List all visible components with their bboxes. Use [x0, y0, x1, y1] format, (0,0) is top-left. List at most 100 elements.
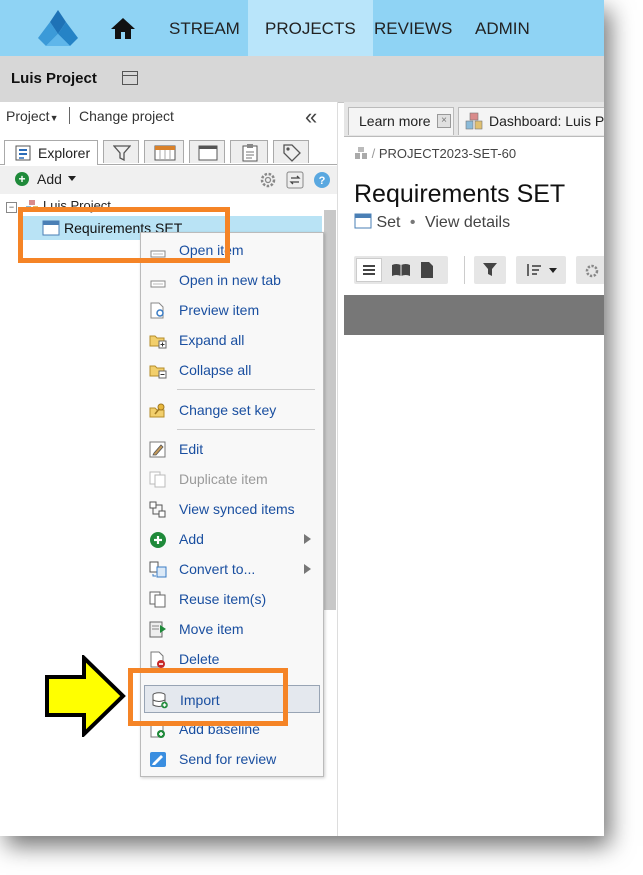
menu-edit[interactable]: Edit [141, 435, 323, 463]
menu-reuse-items[interactable]: Reuse item(s) [141, 585, 323, 613]
add-icon[interactable]: + [15, 172, 29, 186]
breadcrumb-item[interactable]: PROJECT2023-SET-60 [379, 146, 516, 161]
menu-change-set-key[interactable]: Change set key [141, 396, 323, 424]
menu-move-item[interactable]: Move item [141, 615, 323, 643]
menu-label: Send for review [179, 751, 277, 767]
menu-collapse-all[interactable]: Collapse all [141, 356, 323, 384]
filter-button[interactable] [474, 256, 506, 284]
menu-label: View synced items [179, 501, 295, 517]
menu-label: Move item [179, 621, 244, 637]
panel-toggle-icon[interactable] [122, 71, 138, 85]
caret-down-icon[interactable] [68, 176, 76, 181]
svg-text:?: ? [319, 175, 326, 187]
tab-calendar[interactable] [144, 140, 184, 163]
nav-admin[interactable]: ADMIN [458, 0, 547, 56]
tree-toggle-icon[interactable]: − [6, 202, 17, 213]
menu-label: Change set key [179, 402, 277, 418]
project-name: Luis Project [11, 70, 97, 87]
menu-separator [177, 389, 315, 390]
gear-icon [585, 264, 599, 278]
close-icon[interactable]: × [437, 114, 451, 128]
expand-all-icon [149, 335, 167, 349]
toolbar-divider [464, 256, 465, 284]
item-tabs: Learn more × Dashboard: Luis Pr [344, 102, 604, 137]
list-view-icon[interactable] [356, 258, 382, 282]
project-bar: Project▼ Change project « [0, 102, 337, 130]
nav-reviews[interactable]: REVIEWS [357, 0, 469, 56]
menu-expand-all[interactable]: Expand all [141, 326, 323, 354]
reading-view-icon[interactable] [391, 262, 411, 278]
home-icon[interactable] [110, 16, 136, 40]
tab-explorer[interactable]: Explorer [4, 140, 98, 165]
project-dropdown-label: Project [6, 108, 50, 124]
filter-icon [113, 145, 131, 161]
collapse-all-icon [149, 365, 167, 379]
review-icon [150, 752, 166, 767]
tab-filter[interactable] [103, 140, 139, 163]
filter-icon [483, 263, 497, 276]
submenu-arrow-icon [304, 564, 311, 574]
right-panel: Learn more × Dashboard: Luis Pr / PROJEC… [344, 102, 604, 836]
separator-dot: • [409, 214, 416, 231]
sync-icon[interactable] [286, 171, 304, 189]
caret-down-icon: ▼ [49, 113, 59, 123]
preview-icon [150, 302, 164, 319]
menu-send-for-review[interactable]: Send for review [141, 745, 323, 773]
clipboard-icon [242, 144, 258, 162]
page-title: Requirements SET [354, 180, 566, 208]
menu-label: Open in new tab [179, 272, 281, 288]
move-icon [149, 621, 166, 638]
synced-icon [149, 501, 166, 518]
menu-label: Duplicate item [179, 471, 268, 487]
menu-label: Preview item [179, 302, 260, 318]
menu-preview-item[interactable]: Preview item [141, 296, 323, 324]
key-icon [149, 403, 165, 418]
menu-convert-to[interactable]: Convert to... [141, 555, 323, 583]
add-toolbar: + Add ? [0, 166, 337, 194]
tree-scrollbar[interactable] [324, 210, 336, 610]
tab-learn-more[interactable]: Learn more × [348, 107, 454, 135]
menu-label: Expand all [179, 332, 245, 348]
menu-separator [177, 429, 315, 430]
menu-view-synced-items[interactable]: View synced items [141, 495, 323, 523]
set-icon [354, 213, 372, 229]
nav-stream[interactable]: STREAM [152, 0, 257, 56]
tab-dashboard-label: Dashboard: Luis Pr [489, 113, 604, 129]
tab-clipboard[interactable] [230, 140, 268, 163]
menu-label: Add [179, 531, 204, 547]
view-toolbar [344, 254, 604, 286]
delete-icon [150, 651, 165, 668]
nav-projects[interactable]: PROJECTS [248, 0, 373, 56]
tab-learn-more-label: Learn more [359, 113, 431, 129]
menu-duplicate-item: Duplicate item [141, 465, 323, 493]
highlight-box-node [18, 207, 230, 263]
settings-button[interactable] [576, 256, 604, 284]
sort-button[interactable] [516, 256, 566, 284]
view-details-link[interactable]: View details [425, 214, 510, 231]
edit-icon [149, 441, 166, 458]
tab-dashboard[interactable]: Dashboard: Luis Pr [458, 107, 604, 135]
submenu-arrow-icon [304, 534, 311, 544]
collapse-panel-icon[interactable]: « [305, 104, 317, 130]
top-nav: STREAM PROJECTS REVIEWS ADMIN [0, 0, 604, 56]
divider [69, 107, 70, 124]
menu-add[interactable]: Add [141, 525, 323, 553]
document-view-icon[interactable] [420, 261, 434, 279]
project-dropdown[interactable]: Project▼ [6, 108, 59, 124]
menu-open-new-tab[interactable]: Open in new tab [141, 266, 323, 294]
tab-tag[interactable] [273, 140, 309, 163]
explorer-tabs: Explorer [0, 138, 337, 165]
change-project-link[interactable]: Change project [79, 108, 174, 124]
window-icon [198, 145, 218, 161]
project-icon[interactable] [354, 146, 368, 160]
open-new-tab-icon [150, 280, 166, 288]
project-icon [465, 112, 483, 130]
add-button[interactable]: Add [37, 171, 62, 187]
tab-window[interactable] [189, 140, 225, 163]
tag-icon [283, 144, 301, 162]
gear-icon[interactable] [259, 171, 277, 189]
jama-logo[interactable] [36, 8, 80, 48]
content-header-bar [344, 295, 604, 335]
help-icon[interactable]: ? [313, 171, 331, 189]
menu-label: Edit [179, 441, 204, 457]
